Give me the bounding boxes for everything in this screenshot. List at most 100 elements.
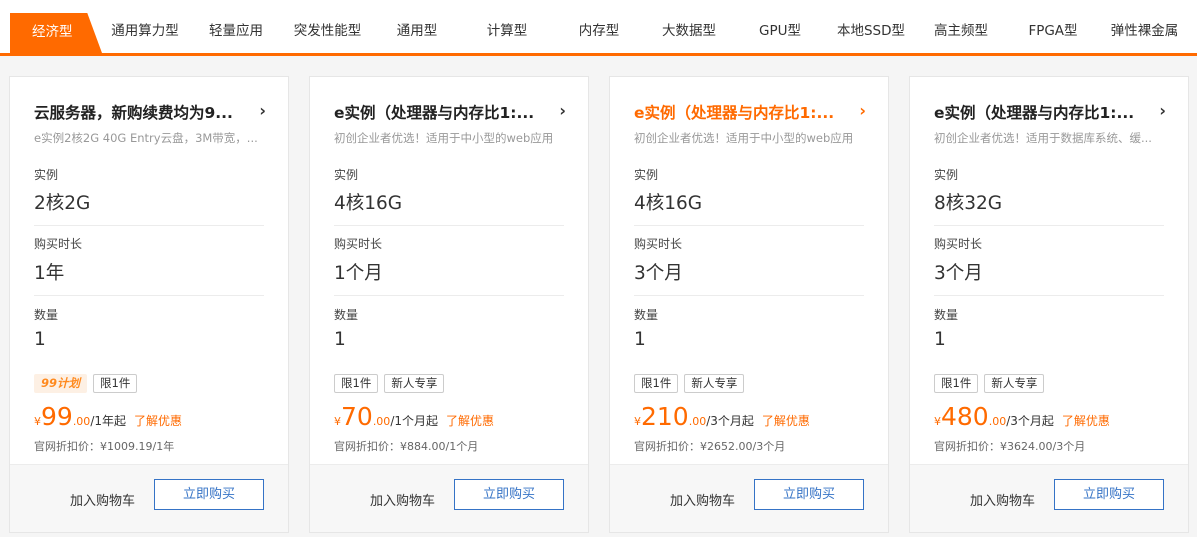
chevron-right-icon[interactable]: ›	[1159, 101, 1166, 120]
duration-label: 购买时长	[634, 237, 683, 251]
chevron-right-icon[interactable]: ›	[559, 101, 566, 120]
card-footer: 加入购物车 立即购买	[10, 464, 288, 532]
card-footer: 加入购物车 立即购买	[610, 464, 888, 532]
instance-value[interactable]: 4核16G	[334, 189, 402, 215]
price: ¥480.00/3个月起 了解优惠	[934, 402, 1110, 431]
duration-label: 购买时长	[934, 237, 983, 251]
price-integer: 480	[941, 402, 989, 431]
learn-more-link[interactable]: 了解优惠	[1062, 414, 1110, 428]
learn-more-link[interactable]: 了解优惠	[762, 414, 810, 428]
tab-burstable[interactable]: 突发性能型	[285, 13, 370, 53]
tag-list: 限1件 新人专享	[634, 374, 745, 393]
duration-value[interactable]: 3个月	[634, 259, 683, 285]
tab-compute[interactable]: 计算型	[475, 13, 539, 53]
divider	[34, 225, 264, 226]
card-title[interactable]: e实例（处理器与内存比1:...	[934, 101, 1139, 123]
tag-list: 限1件 新人专享	[334, 374, 445, 393]
learn-more-link[interactable]: 了解优惠	[134, 414, 182, 428]
learn-more-link[interactable]: 了解优惠	[446, 414, 494, 428]
promo-badge: 99计划	[34, 374, 88, 393]
add-to-cart-button[interactable]: 加入购物车	[670, 490, 735, 509]
tab-economy[interactable]: 经济型	[10, 13, 102, 53]
limit-badge: 限1件	[93, 374, 138, 393]
tag-list: 99计划 限1件	[34, 374, 138, 393]
original-price: 官网折扣价：¥2652.00/3个月	[634, 440, 786, 453]
price-integer: 70	[341, 402, 373, 431]
original-price: 官网折扣价：¥884.00/1个月	[334, 440, 479, 453]
new-user-badge: 新人专享	[984, 374, 1045, 393]
card-footer: 加入购物车 立即购买	[910, 464, 1188, 532]
buy-now-button[interactable]: 立即购买	[154, 479, 264, 510]
buy-now-button[interactable]: 立即购买	[1054, 479, 1164, 510]
price: ¥210.00/3个月起 了解优惠	[634, 402, 810, 431]
quantity-label: 数量	[634, 308, 659, 322]
duration-value[interactable]: 1个月	[334, 259, 383, 285]
tab-lightweight[interactable]: 轻量应用	[200, 13, 272, 53]
price: ¥99.00/1年起 了解优惠	[34, 402, 182, 431]
divider	[34, 295, 264, 296]
card-title[interactable]: 云服务器，新购续费均为9...	[34, 101, 239, 123]
instance-label: 实例	[34, 168, 59, 182]
instance-value[interactable]: 8核32G	[934, 189, 1002, 215]
card-title[interactable]: e实例（处理器与内存比1:...	[334, 101, 539, 123]
tab-memory[interactable]: 内存型	[567, 13, 631, 53]
quantity-value[interactable]: 1	[934, 329, 946, 350]
limit-badge: 限1件	[334, 374, 379, 393]
tab-gpu[interactable]: GPU型	[750, 13, 810, 53]
tab-general-purpose[interactable]: 通用型	[385, 13, 449, 53]
buy-now-button[interactable]: 立即购买	[454, 479, 564, 510]
divider	[634, 225, 864, 226]
add-to-cart-button[interactable]: 加入购物车	[970, 490, 1035, 509]
card-footer: 加入购物车 立即购买	[310, 464, 588, 532]
add-to-cart-button[interactable]: 加入购物车	[370, 490, 435, 509]
new-user-badge: 新人专享	[684, 374, 745, 393]
limit-badge: 限1件	[934, 374, 979, 393]
price-decimal: .00	[988, 415, 1007, 428]
tab-fpga[interactable]: FPGA型	[1020, 13, 1086, 53]
price-unit: /3个月起	[706, 414, 754, 428]
product-card: 云服务器，新购续费均为9... › e实例2核2G 40G Entry云盘，3M…	[9, 76, 289, 533]
quantity-label: 数量	[34, 308, 59, 322]
quantity-value[interactable]: 1	[634, 329, 646, 350]
instance-value[interactable]: 2核2G	[34, 189, 90, 215]
tab-bare-metal[interactable]: 弹性裸金属	[1102, 13, 1187, 53]
duration-value[interactable]: 1年	[34, 259, 64, 285]
chevron-right-icon[interactable]: ›	[859, 101, 866, 120]
new-user-badge: 新人专享	[384, 374, 445, 393]
price-unit: /1个月起	[390, 414, 438, 428]
tag-list: 限1件 新人专享	[934, 374, 1045, 393]
duration-value[interactable]: 3个月	[934, 259, 983, 285]
currency-symbol: ¥	[934, 415, 941, 428]
card-title[interactable]: e实例（处理器与内存比1:...	[634, 101, 839, 123]
original-price: 官网折扣价：¥1009.19/1年	[34, 440, 175, 453]
quantity-value[interactable]: 1	[334, 329, 346, 350]
instance-label: 实例	[934, 168, 959, 182]
instance-type-tabbar: 经济型 通用算力型 轻量应用 突发性能型 通用型 计算型 内存型 大数据型 GP…	[0, 0, 1197, 56]
divider	[334, 295, 564, 296]
tab-general-compute[interactable]: 通用算力型	[105, 13, 185, 53]
tab-big-data[interactable]: 大数据型	[652, 13, 726, 53]
tab-local-ssd[interactable]: 本地SSD型	[830, 13, 912, 53]
card-description: e实例2核2G 40G Entry云盘，3M带宽，...	[34, 131, 258, 145]
card-description: 初创企业者优选！适用于中小型的web应用	[334, 131, 554, 145]
price-decimal: .00	[72, 415, 91, 428]
product-card: e实例（处理器与内存比1:... › 初创企业者优选！适用于中小型的web应用 …	[309, 76, 589, 533]
price-unit: /3个月起	[1006, 414, 1054, 428]
card-description: 初创企业者优选！适用于数据库系统、缓...	[934, 131, 1152, 145]
divider	[934, 225, 1164, 226]
chevron-right-icon[interactable]: ›	[259, 101, 266, 120]
add-to-cart-button[interactable]: 加入购物车	[70, 490, 135, 509]
duration-label: 购买时长	[334, 237, 383, 251]
product-card: e实例（处理器与内存比1:... › 初创企业者优选！适用于数据库系统、缓...…	[909, 76, 1189, 533]
quantity-label: 数量	[934, 308, 959, 322]
quantity-value[interactable]: 1	[34, 329, 46, 350]
divider	[634, 295, 864, 296]
quantity-label: 数量	[334, 308, 359, 322]
price-integer: 210	[641, 402, 689, 431]
card-description: 初创企业者优选！适用于中小型的web应用	[634, 131, 854, 145]
price: ¥70.00/1个月起 了解优惠	[334, 402, 494, 431]
buy-now-button[interactable]: 立即购买	[754, 479, 864, 510]
product-card: e实例（处理器与内存比1:... › 初创企业者优选！适用于中小型的web应用 …	[609, 76, 889, 533]
tab-high-frequency[interactable]: 高主频型	[925, 13, 997, 53]
instance-value[interactable]: 4核16G	[634, 189, 702, 215]
